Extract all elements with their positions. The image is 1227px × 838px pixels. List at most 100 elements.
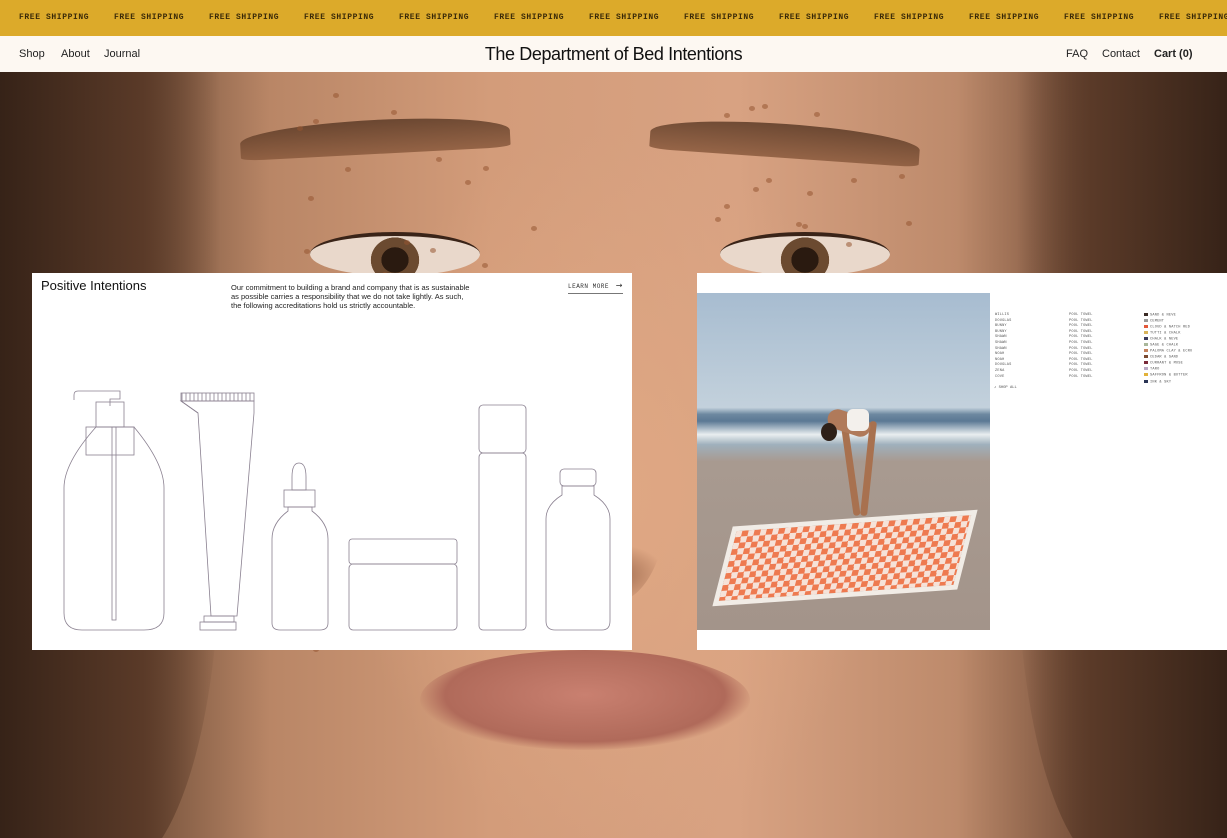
ticker-item: FREE SHIPPING <box>779 13 850 22</box>
shop-all-label: SHOP ALL <box>998 386 1017 390</box>
freckle-dot <box>748 105 755 111</box>
ticker-item: FREE SHIPPING <box>399 13 470 22</box>
product-type: POOL TOWEL <box>1069 368 1093 373</box>
round-bottle-icon <box>545 468 611 631</box>
ticker-item: FREE SHIPPING <box>209 13 280 22</box>
freckle-dot <box>391 109 398 115</box>
colorway-item: SAFFRON & BUTTER <box>1144 373 1192 379</box>
product-type: POOL TOWEL <box>1069 352 1093 357</box>
tube-icon <box>179 392 255 631</box>
ticker-item: FREE SHIPPING <box>1159 13 1227 22</box>
product-colorways-column: SAND & NEVE CEMENT CLOUD & NATCH RED TUTTI … <box>1144 313 1192 386</box>
colorway-label: CEDAR & SAND <box>1150 355 1179 360</box>
freckle-dot <box>429 248 436 254</box>
freckle-dot <box>332 92 339 98</box>
product-type: POOL TOWEL <box>1069 340 1093 345</box>
freckle-dot <box>482 263 489 269</box>
freckle-dot <box>435 156 442 162</box>
top-nav: Shop About Journal The Department of Bed… <box>0 36 1227 72</box>
colorway-label: CEMENT <box>1150 319 1165 324</box>
freckle-dot <box>813 111 820 117</box>
color-swatch-icon <box>1144 361 1148 365</box>
color-swatch-icon <box>1144 355 1148 359</box>
ticker-item: FREE SHIPPING <box>494 13 565 22</box>
freckle-dot <box>303 248 310 254</box>
colorway-label: PALOMA CLAY & ECRU <box>1150 349 1193 354</box>
ticker-item: FREE SHIPPING <box>304 13 375 22</box>
ticker-item: FREE SHIPPING <box>589 13 660 22</box>
freckle-dot <box>723 112 730 118</box>
positive-intentions-panel: Positive Intentions Our commitment to bu… <box>32 273 632 650</box>
colorway-label: SAND & NEVE <box>1150 313 1176 318</box>
freckle-dot <box>307 196 314 202</box>
person-head <box>821 423 837 441</box>
color-swatch-icon <box>1144 337 1148 341</box>
hero-eye-left <box>310 232 480 276</box>
color-swatch-icon <box>1144 331 1148 335</box>
nav-faq-link[interactable]: FAQ <box>1066 48 1088 60</box>
colorway-label: TARO <box>1150 367 1160 372</box>
freckle-dot <box>765 178 772 183</box>
colorway-label: INK & SKY <box>1150 379 1172 384</box>
hero-brow-left <box>239 112 511 162</box>
product-line-illustration <box>63 390 611 631</box>
colorway-label: SAGE & CHALK <box>1150 343 1179 348</box>
freckle-dot <box>313 118 320 124</box>
product-names-column: WILLIS DOUGLAS BUNNY BUNNY SHAWN SHAWN SHAWN NO… <box>995 313 1012 380</box>
cream-jar-icon <box>348 538 458 631</box>
product-type: POOL TOWEL <box>1069 374 1093 379</box>
colorway-label: SAFFRON & BUTTER <box>1150 373 1188 378</box>
freckle-dot <box>753 187 759 193</box>
shop-all-link[interactable]: ↗ SHOP ALL <box>994 384 1017 390</box>
product-type: POOL TOWEL <box>1069 313 1093 317</box>
dropper-bottle-icon <box>271 462 329 631</box>
pump-bottle-icon <box>63 390 165 631</box>
cart-link[interactable]: Cart (0) <box>1154 48 1193 60</box>
freckle-dot <box>483 165 490 171</box>
ticker-item: FREE SHIPPING <box>969 13 1040 22</box>
freckle-dot <box>530 225 537 231</box>
pool-towel-panel: WILLIS DOUGLAS BUNNY BUNNY SHAWN SHAWN SHAWN NO… <box>697 273 1227 650</box>
freckle-dot <box>715 217 722 223</box>
freckle-dot <box>851 178 858 184</box>
colorway-label: CLOUD & NATCH RED <box>1150 325 1191 330</box>
spray-bottle-icon <box>478 404 527 631</box>
ticker-item: FREE SHIPPING <box>1064 13 1135 22</box>
beach-photo <box>697 293 990 630</box>
colorway-label: CURRANT & MUSE <box>1150 361 1183 366</box>
color-swatch-icon <box>1144 313 1148 316</box>
brand-logo[interactable]: The Department of Bed Intentions <box>0 44 1227 65</box>
hero-eye-right <box>720 232 890 276</box>
color-swatch-icon <box>1144 319 1148 323</box>
free-shipping-ticker: FREE SHIPPING FREE SHIPPING FREE SHIPPING F… <box>0 0 1227 36</box>
freckle-dot <box>806 190 813 196</box>
ticker-item: FREE SHIPPING <box>684 13 755 22</box>
hero-lips <box>420 650 750 750</box>
freckle-dot <box>795 222 802 228</box>
product-type: POOL TOWEL <box>1069 324 1093 329</box>
color-swatch-icon <box>1144 343 1148 347</box>
color-swatch-icon <box>1144 379 1148 383</box>
colorway-label: TUTTI & CHALK <box>1150 331 1181 336</box>
colorway-item: INK & SKY <box>1144 379 1192 386</box>
colorway-label: CHALK & NEVE <box>1150 337 1179 342</box>
checkered-towel <box>712 509 978 607</box>
ticker-item: FREE SHIPPING <box>874 13 945 22</box>
freckle-dot <box>723 204 730 210</box>
product-name[interactable]: COVE <box>995 375 1012 381</box>
color-swatch-icon <box>1144 373 1148 377</box>
freckle-dot <box>761 104 768 110</box>
person-swimsuit <box>847 409 869 431</box>
freckle-dot <box>906 220 913 226</box>
color-swatch-icon <box>1144 367 1148 371</box>
freckle-dot <box>344 167 351 173</box>
product-types-column: POOL TOWEL POOL TOWEL POOL TOWEL POOL TOWEL… <box>1069 313 1093 380</box>
nav-contact-link[interactable]: Contact <box>1102 48 1140 60</box>
color-swatch-icon <box>1144 325 1148 329</box>
ticker-item: FREE SHIPPING <box>114 13 185 22</box>
freckle-dot <box>899 173 906 179</box>
freckle-dot <box>802 224 809 230</box>
color-swatch-icon <box>1144 349 1148 353</box>
hero-brow-right <box>649 114 921 168</box>
product-name[interactable]: WILLIS <box>995 313 1012 319</box>
